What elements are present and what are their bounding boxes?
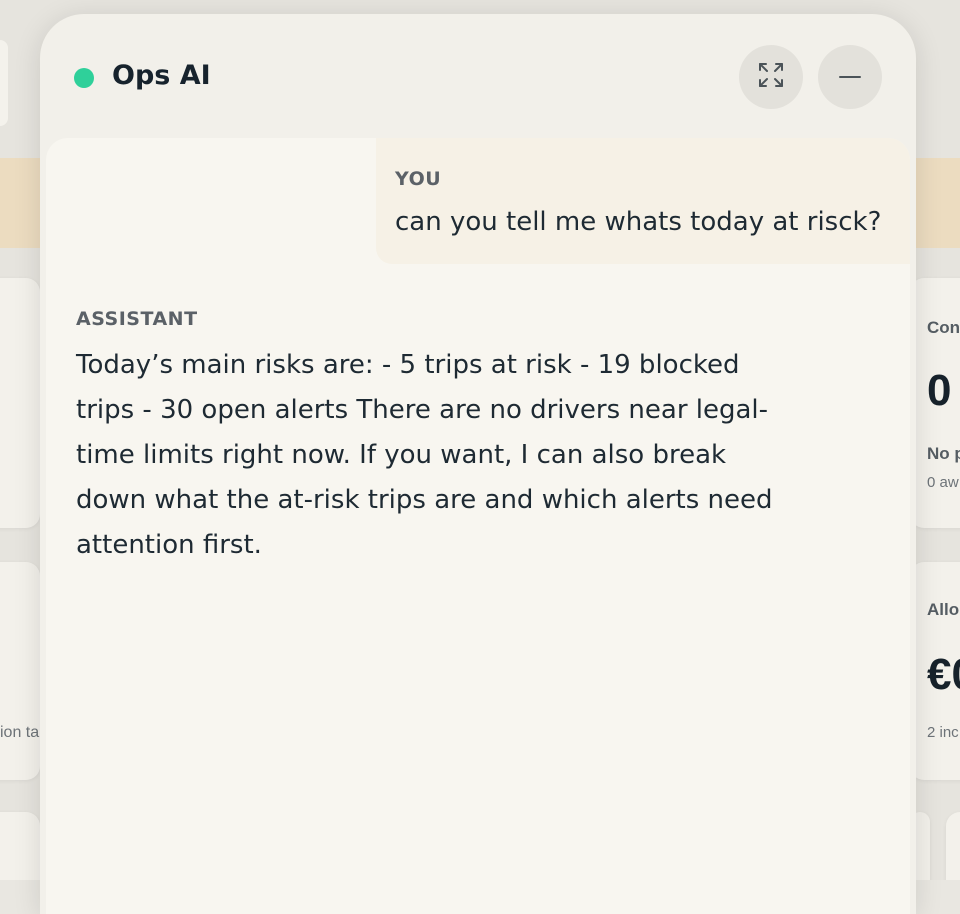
kpi-card-value: 0 <box>927 366 952 415</box>
user-message-text: can you tell me whats today at risck? <box>395 207 882 237</box>
assistant-message-author: ASSISTANT <box>76 308 198 330</box>
chat-panel: Ops AI YOU can you tell me whats today a… <box>40 14 916 914</box>
background-card <box>0 562 40 780</box>
user-message-author: YOU <box>395 168 442 190</box>
minus-icon <box>839 76 861 78</box>
chat-panel-title: Ops AI <box>112 60 211 91</box>
background-topbar-card <box>0 40 8 126</box>
chat-panel-header: Ops AI <box>40 14 916 132</box>
expand-button[interactable] <box>739 45 803 109</box>
kpi-card-value: €0 <box>927 650 960 699</box>
user-message-bubble: YOU can you tell me whats today at risck… <box>376 138 910 264</box>
kpi-card-caption: 0 aw <box>927 474 959 491</box>
minimize-button[interactable] <box>818 45 882 109</box>
background-card <box>0 812 40 880</box>
chat-messages-area[interactable]: YOU can you tell me whats today at risck… <box>46 138 910 914</box>
expand-arrows-icon <box>757 61 785 93</box>
background-card <box>946 812 960 880</box>
kpi-card-caption: 2 inc <box>927 724 959 741</box>
background-card <box>0 278 40 528</box>
kpi-card-title: Allo <box>927 600 960 619</box>
online-status-dot <box>74 68 94 88</box>
card-caption: ion ta <box>0 724 40 741</box>
assistant-message-text: Today’s main risks are: - 5 trips at ris… <box>76 350 773 560</box>
kpi-card-subtitle: No p <box>927 444 960 463</box>
kpi-card-title: Con <box>927 318 960 337</box>
